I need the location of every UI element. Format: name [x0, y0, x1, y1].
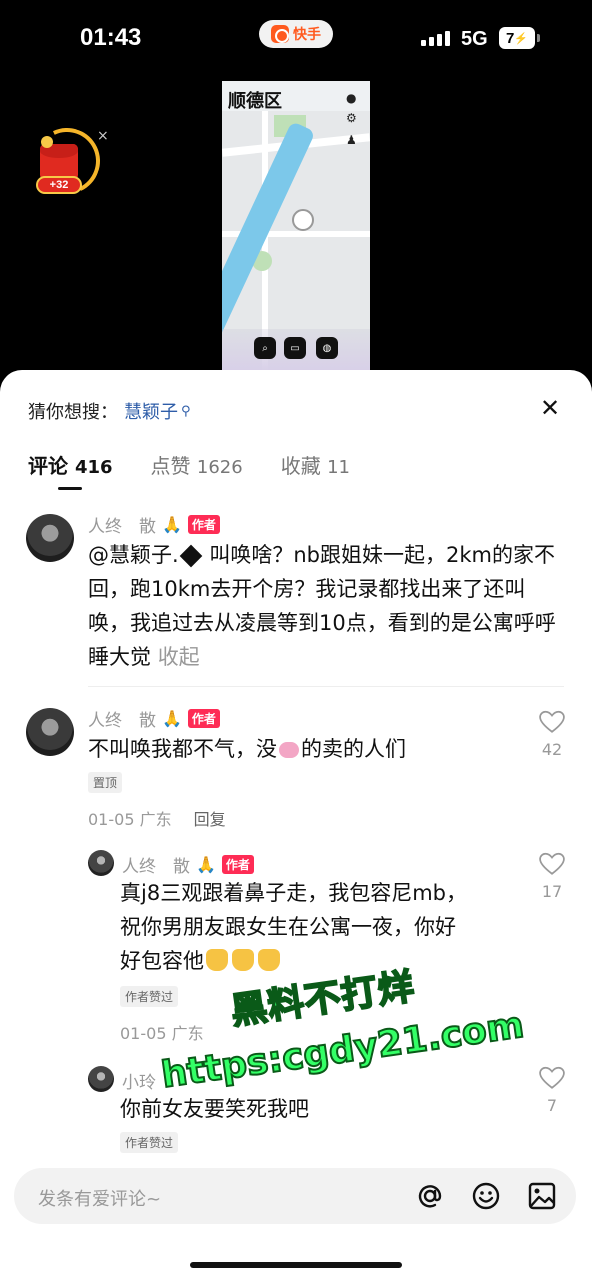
like-button[interactable]: 42: [532, 710, 572, 759]
reply-date: 01-05 广东: [120, 1024, 204, 1043]
pray-emoji-icon: 🙏: [196, 855, 216, 874]
comment-text-part: 不叫唤我都不气，没: [88, 737, 277, 761]
avatar[interactable]: [88, 850, 114, 876]
chat-icon: ▭: [284, 337, 306, 359]
emoji-icon[interactable]: [470, 1180, 502, 1212]
reply-text[interactable]: 你前女友要笑死我吧: [120, 1092, 472, 1126]
signal-icon: [421, 30, 450, 46]
divider: [88, 686, 564, 687]
username-text: 人终 散: [88, 517, 156, 537]
suggested-search-label: 猜你想搜：: [28, 402, 118, 423]
pray-emoji-icon: 🙏: [162, 709, 182, 728]
author-badge: 作者: [187, 709, 220, 728]
comment-tabs: 评论 416 点赞 1626 收藏 11: [28, 450, 350, 479]
author-liked-badge: 作者赞过: [120, 1132, 179, 1153]
author-badge: 作者: [221, 855, 254, 874]
kuaishou-logo-icon: [271, 25, 289, 43]
comment-text[interactable]: @慧颖子. 叫唤啥？nb跟姐妹一起，2km的家不回，跑10km去开个房？我记录都…: [88, 538, 564, 674]
username-text: 人终 散: [122, 857, 190, 877]
username-text: 小玲: [122, 1073, 156, 1093]
tab-comments[interactable]: 评论 416: [28, 450, 113, 479]
tab-favorites[interactable]: 收藏 11: [281, 450, 350, 479]
comment-meta: 01-05 广东 回复: [88, 806, 226, 830]
heart-outline-icon: [539, 852, 565, 875]
home-indicator[interactable]: [190, 1262, 402, 1268]
reply-text[interactable]: 真j8三观跟着鼻子走，我包容尼mb，祝你男朋友跟女生在公寓一夜，你好好包容他: [120, 876, 472, 978]
reply-username[interactable]: 小玲: [122, 1068, 156, 1093]
like-count: 17: [541, 882, 563, 901]
comment-text[interactable]: 不叫唤我都不气，没 的卖的人们: [88, 732, 528, 766]
reward-points: +32: [36, 176, 82, 194]
close-icon[interactable]: ✕: [540, 394, 560, 422]
mention-icon[interactable]: [414, 1180, 446, 1212]
comment-username[interactable]: 人终 散 🙏 作者: [88, 706, 220, 731]
tab-label: 点赞: [150, 454, 191, 478]
comment-sheet: 猜你想搜： 慧颖子 ⚲ ✕ 评论 416 点赞 1626 收藏 11 人终 散 …: [0, 370, 592, 1280]
search-icon: ⌕: [254, 337, 276, 359]
map-river: [222, 121, 316, 359]
suggested-search-term[interactable]: 慧颖子: [124, 398, 178, 424]
like-count: 7: [546, 1096, 558, 1115]
reply-username[interactable]: 人终 散 🙏 作者: [122, 852, 254, 877]
clock: 01:43: [80, 24, 142, 51]
author-liked-badge: 作者赞过: [120, 986, 179, 1007]
pray-emoji-icon: 🙏: [162, 515, 182, 534]
reply-text-part: 真j8三观跟着鼻子走，我包容尼mb，祝你男朋友跟女生在公寓一夜，你好好包容他: [120, 881, 467, 973]
tab-count: 416: [74, 457, 113, 478]
friends-icon: ♟: [346, 133, 357, 147]
battery-level: 7: [505, 29, 515, 47]
heart-outline-icon: [539, 1066, 565, 1089]
comment-input-bar[interactable]: 发条有爱评论~: [14, 1168, 576, 1224]
brain-icon: [279, 742, 299, 758]
video-title: 顺德区: [228, 91, 282, 112]
comment-input-placeholder[interactable]: 发条有爱评论~: [38, 1185, 161, 1211]
tab-count: 1626: [196, 457, 243, 478]
search-icon: ⚲: [181, 403, 191, 419]
collapse-link[interactable]: 收起: [158, 645, 200, 669]
thumbs-up-icon: [232, 949, 254, 971]
comment-username[interactable]: 人终 散 🙏 作者: [88, 512, 220, 537]
reward-close-icon[interactable]: ×: [97, 128, 109, 144]
thumbs-up-icon: [258, 949, 280, 971]
lock-icon: ◍: [316, 337, 338, 359]
reply-button[interactable]: 回复: [194, 806, 226, 830]
status-bar: 01:43 快手 5G 7 ⚡: [0, 0, 592, 80]
reply-meta: 01-05 广东: [120, 1020, 204, 1044]
avatar[interactable]: [26, 514, 74, 562]
source-app-pill[interactable]: 快手: [259, 20, 333, 48]
video-player[interactable]: 顺德区 ● ⚙ ♟ ⌕ ▭ ◍: [222, 81, 370, 371]
thumbs-up-icon: [206, 949, 228, 971]
tab-count: 11: [327, 457, 350, 478]
avatar[interactable]: [26, 708, 74, 756]
tab-likes[interactable]: 点赞 1626: [151, 450, 243, 479]
battery-icon: 7 ⚡: [499, 27, 535, 49]
red-envelope-icon: [40, 144, 78, 180]
black-heart-icon: [179, 544, 203, 568]
author-badge: 作者: [187, 515, 220, 534]
avatar[interactable]: [88, 1066, 114, 1092]
source-app-name: 快手: [293, 27, 321, 43]
comment-text-part: @慧颖子.: [88, 543, 179, 567]
heart-outline-icon: [539, 710, 565, 733]
tab-label: 收藏: [280, 454, 321, 478]
tab-label: 评论: [28, 454, 68, 478]
like-count: 42: [541, 740, 563, 759]
comment-text-part: 的卖的人们: [301, 737, 406, 761]
active-tab-indicator: [58, 487, 82, 490]
avatar-icon: ●: [346, 91, 357, 105]
like-button[interactable]: 17: [532, 852, 572, 901]
reward-widget[interactable]: +32: [24, 118, 110, 204]
coin-icon: [41, 136, 53, 148]
suggested-search[interactable]: 猜你想搜： 慧颖子 ⚲: [28, 398, 191, 424]
battery-tip: [537, 34, 540, 42]
image-icon[interactable]: [526, 1180, 558, 1212]
network-type: 5G: [461, 28, 488, 50]
username-text: 人终 散: [88, 711, 156, 731]
gear-icon: ⚙: [346, 111, 357, 125]
map-location-pin-icon: [292, 209, 314, 231]
pinned-badge: 置顶: [88, 772, 123, 793]
comment-date: 01-05 广东: [88, 810, 172, 829]
like-button[interactable]: 7: [532, 1066, 572, 1115]
